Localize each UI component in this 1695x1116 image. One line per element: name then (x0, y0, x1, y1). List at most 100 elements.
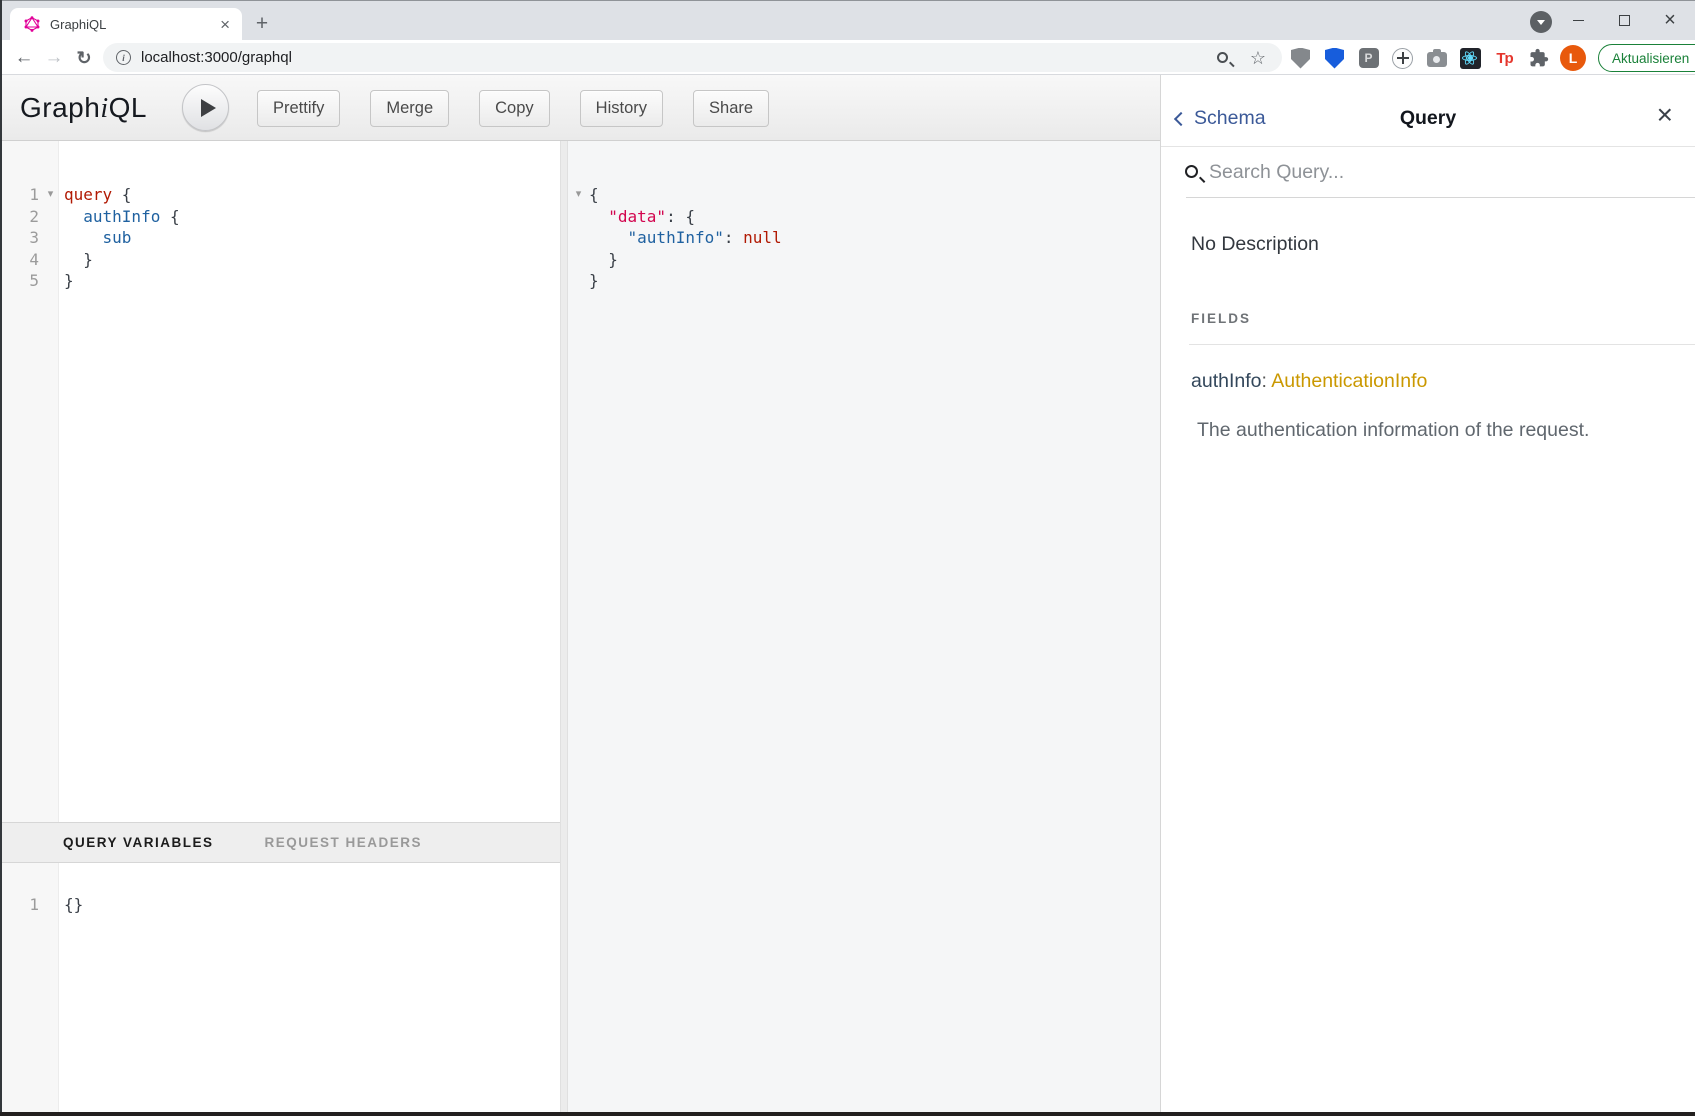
fields-divider (1189, 344, 1695, 345)
code-line: 2 authInfo { (2, 206, 560, 228)
code-line: 1▾query { (2, 184, 560, 206)
docs-field-authinfo: authInfo: AuthenticationInfo (1191, 370, 1427, 393)
code-line: "authInfo": null (568, 227, 1160, 249)
browser-tab-graphiql[interactable]: GraphiQL × (10, 8, 242, 40)
chevron-down-icon (1537, 20, 1545, 25)
tab-request-headers[interactable]: REQUEST HEADERS (265, 835, 423, 850)
docs-fields-heading: FIELDS (1191, 311, 1251, 326)
window-close-button[interactable]: × (1647, 0, 1693, 40)
extensions-row: P Tp L Aktualisieren ⋮ (1288, 44, 1695, 72)
graphql-favicon-icon (24, 16, 40, 32)
copy-button[interactable]: Copy (479, 90, 550, 127)
code-text[interactable]: sub (59, 228, 131, 247)
execute-query-button[interactable] (182, 84, 229, 131)
react-devtools-icon[interactable] (1458, 45, 1483, 71)
profile-avatar[interactable]: L (1560, 45, 1586, 71)
line-number: 2 (2, 207, 42, 226)
code-line: 1 {} (2, 894, 560, 916)
window-edge-left (0, 0, 2, 1116)
code-text[interactable]: query { (59, 185, 131, 204)
code-line: 5} (2, 270, 560, 292)
pane-resize-divider[interactable] (560, 141, 568, 1112)
blue-shield-icon (1325, 48, 1344, 69)
tp-extension-icon[interactable]: Tp (1492, 45, 1517, 71)
extensions-puzzle-icon[interactable] (1526, 45, 1551, 71)
reload-button[interactable]: ↻ (70, 44, 98, 72)
code-line: 3 sub (2, 227, 560, 249)
code-line: ▾{ (568, 184, 1160, 206)
line-number: 1 (2, 185, 42, 204)
browser-window: GraphiQL × + × ← → ↻ i localhost:3000/gr… (0, 0, 1695, 1116)
code-text[interactable]: { (589, 185, 599, 204)
fold-arrow-icon[interactable]: ▾ (42, 189, 59, 200)
bitwarden-extension-icon[interactable] (1322, 45, 1347, 71)
move-extension-icon[interactable] (1390, 45, 1415, 71)
docs-header: Schema Query × (1161, 75, 1695, 147)
forward-button[interactable]: → (40, 44, 68, 72)
fold-arrow-icon[interactable]: ▾ (568, 189, 589, 200)
share-button[interactable]: Share (693, 90, 769, 127)
line-number: 5 (2, 271, 42, 290)
line-number: 4 (2, 250, 42, 269)
docs-close-button[interactable]: × (1657, 101, 1673, 129)
graphiql-topbar: GraphiQL Prettify Merge Copy History Sha… (2, 75, 1160, 141)
p-extension-icon[interactable]: P (1356, 45, 1381, 71)
back-button[interactable]: ← (10, 44, 38, 72)
minimize-icon (1573, 20, 1584, 21)
docs-field-description: The authentication information of the re… (1197, 419, 1589, 442)
maximize-icon (1619, 15, 1630, 26)
tab-query-variables[interactable]: QUERY VARIABLES (63, 835, 214, 850)
window-edge-top (0, 0, 1695, 1)
screenshot-camera-icon[interactable] (1424, 45, 1449, 71)
window-edge-bottom (0, 1112, 1695, 1116)
code-text[interactable]: } (59, 271, 74, 290)
line-number: 1 (2, 895, 42, 914)
close-icon: × (1664, 10, 1676, 30)
update-chrome-button[interactable]: Aktualisieren ⋮ (1598, 44, 1695, 72)
result-viewer-pane[interactable]: ▾{ "data": { "authInfo": null }} (568, 141, 1160, 1112)
query-editor-pane[interactable]: 1▾query {2 authInfo {3 sub4 }5} QUERY VA… (2, 141, 560, 1112)
merge-button[interactable]: Merge (370, 90, 449, 127)
window-maximize-button[interactable] (1601, 0, 1647, 40)
code-text[interactable]: } (59, 250, 93, 269)
search-icon (1185, 165, 1198, 178)
code-text[interactable]: } (589, 271, 599, 290)
docs-search-input[interactable] (1209, 157, 1609, 187)
prettify-button[interactable]: Prettify (257, 90, 340, 127)
code-text[interactable]: authInfo { (59, 207, 180, 226)
ublock-extension-icon[interactable] (1288, 45, 1313, 71)
new-tab-button[interactable]: + (248, 10, 276, 38)
result-code: ▾{ "data": { "authInfo": null }} (568, 184, 1160, 292)
code-line: 4 } (2, 249, 560, 271)
code-text[interactable]: "authInfo": null (589, 228, 782, 247)
address-bar[interactable]: i localhost:3000/graphql ☆ (103, 43, 1282, 72)
tab-search-button[interactable] (1530, 11, 1552, 33)
docs-panel: Schema Query × No Description FIELDS aut… (1160, 75, 1695, 1112)
code-text[interactable]: "data": { (589, 207, 695, 226)
update-label: Aktualisieren (1612, 51, 1689, 66)
toolbar-buttons: Prettify Merge Copy History Share (257, 90, 769, 127)
docs-title: Query (1161, 107, 1695, 130)
graphiql-logo: GraphiQL (20, 92, 147, 125)
zoom-indicator-icon[interactable] (1217, 52, 1228, 63)
field-type-link[interactable]: AuthenticationInfo (1271, 370, 1427, 392)
history-button[interactable]: History (580, 90, 663, 127)
code-line: } (568, 270, 1160, 292)
search-underline (1186, 197, 1695, 198)
move-cross-icon (1392, 48, 1413, 69)
line-number: 3 (2, 228, 42, 247)
page-info-icon[interactable]: i (116, 50, 131, 65)
bookmark-star-icon[interactable]: ☆ (1250, 49, 1266, 67)
docs-search-box (1161, 147, 1695, 198)
code-line: "data": { (568, 206, 1160, 228)
field-name-link[interactable]: authInfo (1191, 370, 1261, 392)
window-minimize-button[interactable] (1555, 0, 1601, 40)
code-text[interactable]: } (589, 250, 618, 269)
variables-tab-bar: QUERY VARIABLES REQUEST HEADERS (2, 822, 560, 863)
tab-close-icon[interactable]: × (216, 16, 234, 33)
browser-titlebar: GraphiQL × + × (0, 0, 1695, 40)
camera-icon (1427, 52, 1447, 67)
variables-code: 1 {} (2, 894, 560, 916)
code-text[interactable]: {} (59, 895, 83, 914)
url-text[interactable]: localhost:3000/graphql (141, 49, 1217, 66)
